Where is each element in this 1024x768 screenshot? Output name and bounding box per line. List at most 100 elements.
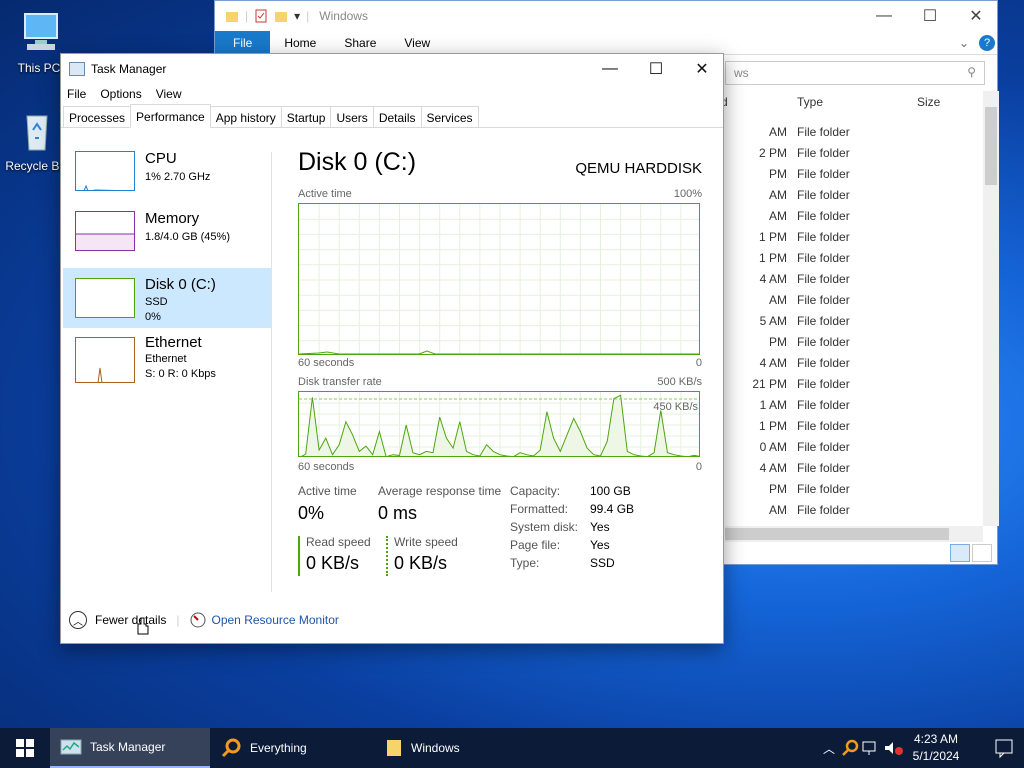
file-list-row[interactable]: 4 AM File folder xyxy=(715,353,917,374)
close-button[interactable]: ✕ xyxy=(679,54,725,84)
help-icon[interactable]: ? xyxy=(979,35,995,51)
row-date: PM xyxy=(769,335,787,349)
file-list-row[interactable]: 1 PM File folder xyxy=(715,416,917,437)
sidebar-item-cpu[interactable]: CPU 1% 2.70 GHz xyxy=(63,148,271,208)
file-list-row[interactable]: PM File folder xyxy=(715,164,917,185)
file-list-row[interactable]: 1 PM File folder xyxy=(715,248,917,269)
sidebar-item-name: CPU xyxy=(145,150,177,167)
file-list-row[interactable]: PM File folder xyxy=(715,332,917,353)
file-list-row[interactable]: AM File folder xyxy=(715,500,917,521)
taskbar-item-windows-folder[interactable]: Windows xyxy=(375,728,540,768)
vertical-scrollbar[interactable] xyxy=(983,91,999,526)
sidebar-item-detail: 0% xyxy=(145,311,161,323)
row-date: 1 PM xyxy=(758,419,787,433)
write-speed-indicator xyxy=(386,536,388,576)
column-header-size[interactable]: Size xyxy=(917,95,940,109)
active-time-graph-xend: 0 xyxy=(695,357,702,369)
task-manager-title-bar[interactable]: Task Manager — ☐ ✕ xyxy=(61,54,723,84)
large-icons-view-icon[interactable] xyxy=(972,544,992,562)
file-list-row[interactable]: AM File folder xyxy=(715,290,917,311)
menu-options[interactable]: Options xyxy=(100,87,141,101)
menu-view[interactable]: View xyxy=(156,87,182,101)
row-type: File folder xyxy=(797,461,850,475)
sidebar-item-disk[interactable]: Disk 0 (C:) SSD 0% xyxy=(63,268,271,328)
sidebar-item-detail: 1.8/4.0 GB (45%) xyxy=(145,231,230,243)
file-list-row[interactable]: 1 AM File folder xyxy=(715,395,917,416)
chevron-up-icon[interactable]: ︿ xyxy=(818,740,840,757)
file-list: AM File folder 2 PM File folder PM File folde… xyxy=(715,122,917,521)
file-list-row[interactable]: 0 AM File folder xyxy=(715,437,917,458)
read-speed-indicator xyxy=(298,536,300,576)
new-folder-icon[interactable] xyxy=(274,9,288,23)
file-list-row[interactable]: 4 AM File folder xyxy=(715,269,917,290)
row-type: File folder xyxy=(797,146,850,160)
open-resource-monitor-link[interactable]: Open Resource Monitor xyxy=(190,612,339,628)
minimize-button[interactable]: — xyxy=(587,54,633,84)
ribbon-tab-view[interactable]: View xyxy=(390,31,444,55)
maximize-button[interactable]: ☐ xyxy=(907,1,953,31)
row-date: PM xyxy=(769,167,787,181)
ribbon-tab-home[interactable]: Home xyxy=(270,31,330,55)
resource-monitor-icon xyxy=(190,612,205,628)
file-list-row[interactable]: PM File folder xyxy=(715,479,917,500)
row-type: File folder xyxy=(797,482,850,496)
fewer-details-button[interactable]: ︿ Fewer details xyxy=(69,611,166,629)
taskbar-item-everything[interactable]: Everything xyxy=(210,728,375,768)
expand-ribbon-icon[interactable]: ⌄ xyxy=(959,36,969,50)
tab-app-history[interactable]: App history xyxy=(209,106,282,127)
row-type: File folder xyxy=(797,419,850,433)
file-list-row[interactable]: 2 PM File folder xyxy=(715,143,917,164)
column-header-type[interactable]: Type xyxy=(797,95,823,109)
close-button[interactable]: ✕ xyxy=(953,1,999,31)
notifications-icon[interactable] xyxy=(984,728,1024,768)
maximize-button[interactable]: ☐ xyxy=(633,54,679,84)
folder-icon xyxy=(387,740,401,756)
tab-startup[interactable]: Startup xyxy=(280,106,332,127)
folder-icon[interactable] xyxy=(225,9,239,23)
active-time-value: 0% xyxy=(298,503,325,523)
file-list-row[interactable]: 4 AM File folder xyxy=(715,458,917,479)
memory-mini-graph xyxy=(75,211,135,251)
properties-icon[interactable] xyxy=(254,9,268,23)
row-type: File folder xyxy=(797,314,850,328)
file-list-row[interactable]: 5 AM File folder xyxy=(715,311,917,332)
performance-sidebar: CPU 1% 2.70 GHz Memory 1.8/4.0 GB (45%) … xyxy=(63,148,271,394)
file-list-row[interactable]: AM File folder xyxy=(715,206,917,227)
clock[interactable]: 4:23 AM 5/1/2024 xyxy=(906,731,966,765)
volume-muted-icon[interactable] xyxy=(882,738,906,758)
row-date: 2 PM xyxy=(758,146,787,160)
minimize-button[interactable]: — xyxy=(861,1,907,31)
sidebar-item-memory[interactable]: Memory 1.8/4.0 GB (45%) xyxy=(63,208,271,268)
tab-services[interactable]: Services xyxy=(420,106,479,127)
tab-performance[interactable]: Performance xyxy=(130,104,211,128)
start-button[interactable] xyxy=(0,728,50,768)
file-list-row[interactable]: AM File folder xyxy=(715,185,917,206)
transfer-rate-graph-max: 500 KB/s xyxy=(657,376,702,388)
network-icon[interactable] xyxy=(860,738,882,758)
file-list-row[interactable]: AM File folder xyxy=(715,122,917,143)
everything-tray-icon[interactable] xyxy=(840,738,860,758)
tab-processes[interactable]: Processes xyxy=(63,106,132,127)
tab-details[interactable]: Details xyxy=(372,106,422,127)
transfer-rate-graph xyxy=(298,391,700,457)
search-input[interactable]: ws ⚲ xyxy=(725,61,985,85)
customize-qat-icon[interactable]: ▾ xyxy=(294,9,300,23)
row-date: 0 AM xyxy=(759,440,787,454)
sidebar-item-ethernet[interactable]: Ethernet Ethernet S: 0 R: 0 Kbps xyxy=(63,334,271,394)
taskbar-item-label: Everything xyxy=(250,741,307,755)
ribbon-tab-file[interactable]: File xyxy=(215,30,271,55)
file-list-row[interactable]: 1 PM File folder xyxy=(715,227,917,248)
ribbon-tab-share[interactable]: Share xyxy=(330,31,390,55)
active-time-graph xyxy=(298,203,700,355)
chevron-up-icon: ︿ xyxy=(69,611,87,629)
task-manager-window[interactable]: Task Manager — ☐ ✕ File Options View Pro… xyxy=(60,53,724,644)
fewer-details-label: Fewer details xyxy=(95,613,167,627)
active-time-label: Active time xyxy=(298,484,357,498)
menu-file[interactable]: File xyxy=(67,87,86,101)
explorer-title-bar[interactable]: | ▾ | Windows — ☐ ✕ xyxy=(215,1,997,31)
tab-users[interactable]: Users xyxy=(330,106,374,127)
taskbar-item-task-manager[interactable]: Task Manager xyxy=(50,728,210,768)
file-list-row[interactable]: 21 PM File folder xyxy=(715,374,917,395)
horizontal-scrollbar[interactable] xyxy=(725,526,983,542)
details-view-icon[interactable] xyxy=(950,544,970,562)
